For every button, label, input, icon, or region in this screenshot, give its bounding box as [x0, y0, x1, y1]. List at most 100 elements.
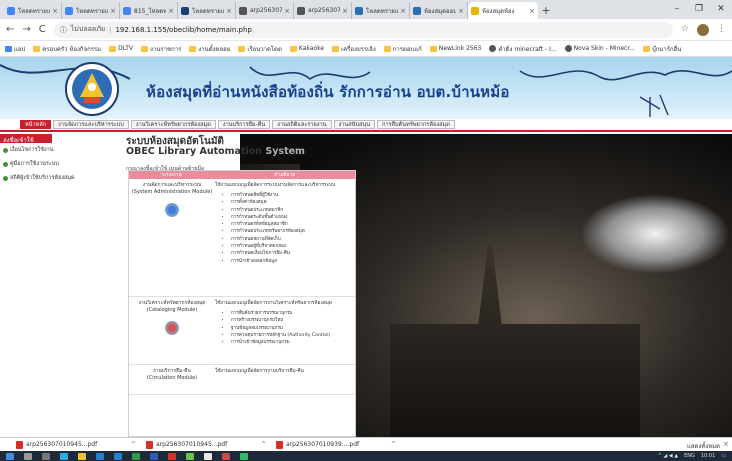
left-panel-link-label: สถิติผู้เข้าใช้บริการห้องสมุด: [10, 175, 75, 181]
folder-icon: [429, 45, 437, 52]
menu-item[interactable]: งานบริการยืม-คืน: [217, 120, 271, 129]
table-row: งานวิเคราะห์ทรัพยากรห้องสมุด (Cataloging …: [129, 297, 355, 365]
app-icon-2[interactable]: [222, 452, 230, 460]
module-feature: การกำหนดประเภททรัพยากรห้องสมุด: [231, 228, 355, 235]
info-icon[interactable]: ⓘ: [60, 25, 67, 35]
bookmark-item[interactable]: ครอบครัว ห้องกิจกรรม: [33, 44, 101, 54]
chrome-icon[interactable]: [204, 452, 212, 460]
browser-tab[interactable]: 815_โหลดทรา×: [120, 2, 178, 19]
browser-tab[interactable]: โหลดทรายแหลม×: [62, 2, 120, 19]
url-field[interactable]: ⓘ ไม่ปลอดภัย | 192.168.1.155/obeclib/hom…: [53, 21, 673, 38]
bookmark-item[interactable]: งานตั้งหลอย: [189, 44, 230, 54]
search-icon[interactable]: [24, 452, 32, 460]
bookmark-label: บุ๊กมาร์กอื่น: [651, 45, 682, 53]
star-icon[interactable]: ☆: [681, 24, 689, 36]
url-text: 192.168.1.155/obeclib/home/main.php: [115, 25, 252, 34]
browser-tab[interactable]: โหลดทรายแหลม×: [178, 2, 236, 19]
show-all-downloads-button[interactable]: แสดงทั้งหมด: [687, 441, 720, 451]
new-tab-button[interactable]: +: [538, 2, 554, 19]
browser-tab[interactable]: arp2563070×: [294, 2, 352, 19]
login-header[interactable]: ลงชื่อเข้าใช้: [0, 134, 52, 144]
menu-item[interactable]: งานสนับสนุน: [333, 120, 376, 129]
bookmark-item[interactable]: บุ๊กมาร์กอื่น: [642, 44, 682, 54]
avatar[interactable]: [697, 23, 709, 36]
left-panel-link[interactable]: สถิติผู้เข้าใช้บริการห้องสมุด: [0, 171, 120, 185]
store-icon[interactable]: [96, 452, 104, 460]
forward-button[interactable]: →: [22, 24, 30, 35]
bookmark-item[interactable]: เรียนวาดโดด: [238, 44, 282, 54]
tab-close-icon[interactable]: ×: [342, 7, 348, 15]
download-item[interactable]: arp256307010939....pdf ^: [276, 440, 396, 449]
download-item[interactable]: arp256307010945...pdf ^: [146, 440, 266, 449]
bookmark-item[interactable]: NewLink 2563: [429, 45, 481, 52]
minimize-icon[interactable]: –: [666, 0, 688, 18]
menu-item[interactable]: งานสถิติและรายงาน: [272, 120, 332, 129]
chevron-up-icon[interactable]: ^: [131, 441, 136, 448]
module-feature: ฐานข้อมูลสมบรรณานุกรม: [231, 325, 355, 332]
reload-button[interactable]: C: [39, 24, 46, 35]
browser-tab[interactable]: ห้องสมุดห้อง ×: [468, 2, 538, 19]
download-item[interactable]: arp256307010945...pdf ^: [16, 440, 136, 449]
bookmark-item[interactable]: เครื่องบรรเลิง: [332, 44, 376, 54]
tab-close-icon[interactable]: ×: [458, 7, 464, 15]
windows-start-icon[interactable]: [6, 452, 14, 460]
back-button[interactable]: ←: [6, 24, 14, 35]
menu-item[interactable]: งานจัดการและบริหารระบบ: [53, 120, 129, 129]
module-name: งานวิเคราะห์ทรัพยากรห้องสมุด: [138, 300, 206, 306]
browser-tab[interactable]: โหลดทรายแหลม×: [4, 2, 62, 19]
tab-title: arp2563070: [308, 7, 340, 14]
tab-close-icon[interactable]: ×: [529, 7, 535, 15]
folder-icon: [109, 45, 117, 52]
tab-close-icon[interactable]: ×: [400, 7, 406, 15]
bookmark-item[interactable]: ดำดิ่ง minecraft - I...: [489, 44, 557, 54]
bullet-icon: [3, 175, 8, 181]
left-panel-link[interactable]: เงื่อนไขการใช้งาน: [0, 143, 120, 157]
tab-favicon-icon: [239, 6, 247, 15]
browser-tab-strip: โหลดทรายแหลม×โหลดทรายแหลม×815_โหลดทรา×โห…: [0, 0, 732, 19]
acrobat-icon[interactable]: [168, 452, 176, 460]
tab-close-icon[interactable]: ×: [284, 7, 290, 15]
maximize-icon[interactable]: ❐: [688, 0, 710, 18]
clock[interactable]: 10:01: [701, 453, 715, 459]
excel-icon[interactable]: [132, 452, 140, 460]
file-explorer-icon[interactable]: [78, 452, 86, 460]
language-indicator[interactable]: ENG: [684, 453, 695, 459]
line-icon[interactable]: [240, 452, 248, 460]
menu-item[interactable]: การสืบค้นทรัพยากรห้องสมุด: [377, 120, 455, 129]
browser-tab[interactable]: arp2563070×: [236, 2, 294, 19]
column-header: คำอธิบาย: [274, 172, 296, 178]
folder-icon: [33, 45, 41, 52]
mail-icon[interactable]: [114, 452, 122, 460]
tab-close-icon[interactable]: ×: [52, 7, 58, 15]
close-downloads-icon[interactable]: ×: [723, 440, 729, 448]
bookmark-item[interactable]: แอป: [5, 44, 25, 54]
menu-dots-icon[interactable]: ⋮: [717, 24, 726, 36]
bookmark-item[interactable]: DLTV: [109, 45, 133, 52]
bookmark-item[interactable]: Kakaoke: [289, 45, 324, 52]
site-banner: ห้องสมุดที่อ่านหนังสือท้องถิ่น รักการอ่า…: [0, 57, 732, 119]
tab-close-icon[interactable]: ×: [226, 7, 232, 15]
close-window-icon[interactable]: ✕: [710, 0, 732, 18]
edge-icon[interactable]: [60, 452, 68, 460]
chevron-up-icon[interactable]: ^: [261, 441, 266, 448]
module-description: ใช้งานแยกเมนูเพื่อจัดการงานบริการยืม-คืน: [215, 369, 304, 374]
bookmark-item[interactable]: Nova Skin - Minecr...: [564, 45, 635, 52]
word-icon[interactable]: [150, 452, 158, 460]
app-icon[interactable]: [186, 452, 194, 460]
system-subtitle: OBEC Library Automation System: [126, 146, 305, 157]
browser-tab[interactable]: ห้องสมุดออน ×: [410, 2, 468, 19]
bullet-icon: [3, 161, 8, 167]
notifications-icon[interactable]: ▭: [721, 453, 726, 459]
menu-item[interactable]: หน้าหลัก: [20, 120, 52, 129]
task-view-icon[interactable]: [42, 452, 50, 460]
tab-close-icon[interactable]: ×: [168, 7, 174, 15]
tray-icons[interactable]: ^ ◢ ◀ ▲: [658, 453, 679, 459]
bookmark-item[interactable]: การตอบแก้: [383, 44, 422, 54]
module-feature: การกำหนดสิทธิ์ผู้ใช้งาน: [231, 192, 355, 199]
left-panel-link[interactable]: คู่มือการใช้งานระบบ: [0, 157, 120, 171]
browser-tab[interactable]: โหลดทรายแห×: [352, 2, 410, 19]
chevron-up-icon[interactable]: ^: [391, 441, 396, 448]
tab-close-icon[interactable]: ×: [110, 7, 116, 15]
bookmark-item[interactable]: งานราชการ: [141, 44, 181, 54]
menu-item[interactable]: งานวิเคราะห์ทรัพยากรห้องสมุด: [130, 120, 216, 129]
